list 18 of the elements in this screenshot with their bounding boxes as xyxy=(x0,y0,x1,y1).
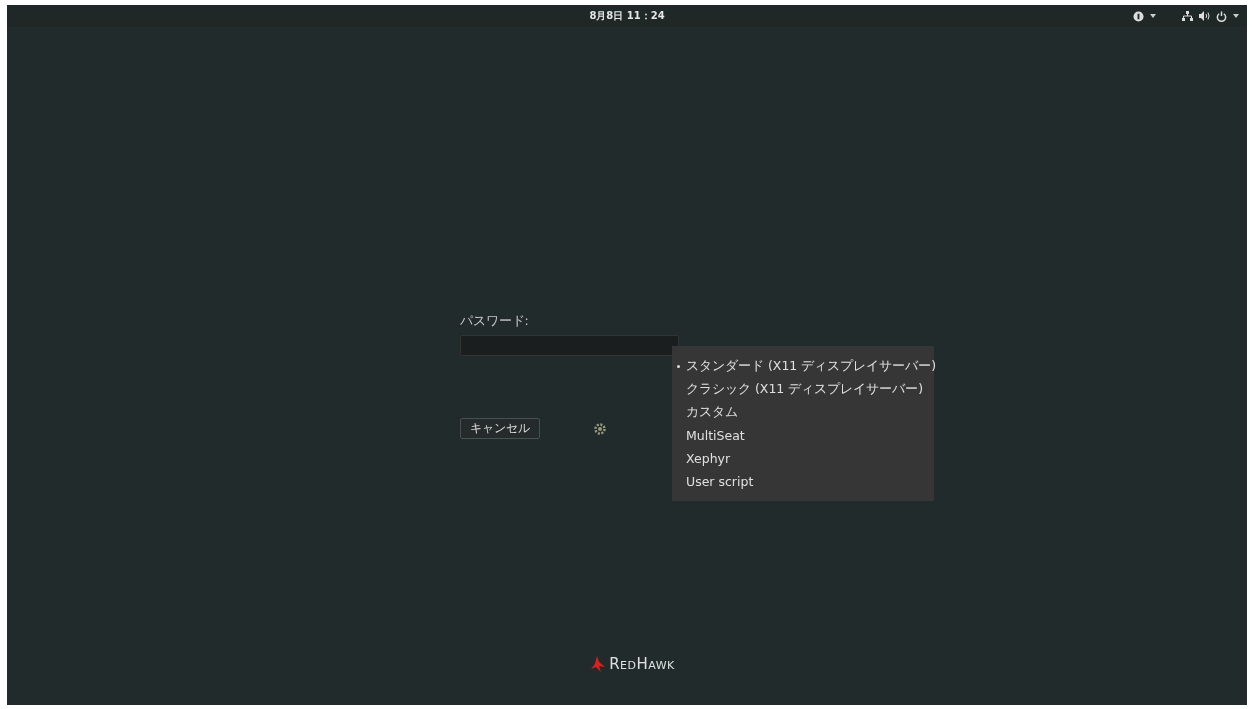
network-icon[interactable] xyxy=(1182,11,1193,21)
volume-icon[interactable] xyxy=(1199,11,1210,21)
session-option[interactable]: Xephyr xyxy=(672,450,934,467)
logo-text: RedHawk xyxy=(609,655,675,673)
caret-icon xyxy=(1233,14,1239,18)
password-field[interactable] xyxy=(459,335,679,356)
power-icon[interactable] xyxy=(1216,10,1227,22)
cancel-button[interactable]: キャンセル xyxy=(459,418,540,439)
session-option[interactable]: User script xyxy=(672,473,934,490)
gear-icon[interactable] xyxy=(593,422,606,435)
caret-icon xyxy=(1150,14,1156,18)
password-label: パスワード: xyxy=(459,313,530,330)
clock[interactable]: 8月8日 11：24 xyxy=(589,9,665,23)
session-option[interactable]: MultiSeat xyxy=(672,427,934,444)
hawk-logo-icon xyxy=(591,656,606,672)
session-option[interactable]: クラシック (X11 ディスプレイサーバー) xyxy=(672,381,934,398)
session-option[interactable]: カスタム xyxy=(672,404,934,421)
session-option[interactable]: スタンダード (X11 ディスプレイサーバー) xyxy=(672,358,934,375)
